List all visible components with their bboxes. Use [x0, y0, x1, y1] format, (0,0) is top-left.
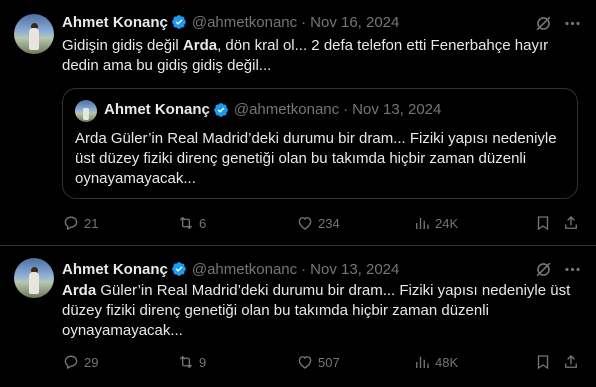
separator-dot: ·: [301, 260, 307, 278]
author-handle[interactable]: @ahmetkonanc: [192, 261, 297, 278]
bookmark-button[interactable]: [534, 353, 552, 371]
quoted-author-name: Ahmet Konanç: [104, 101, 210, 118]
reply-icon: [64, 216, 78, 231]
more-icon[interactable]: [563, 14, 582, 33]
repost-button[interactable]: 6: [177, 214, 206, 232]
share-icon: [565, 355, 577, 368]
tweet-date[interactable]: Nov 16, 2024: [310, 14, 399, 31]
views-icon: [416, 356, 429, 368]
repost-icon: [179, 355, 193, 369]
more-icon[interactable]: [563, 260, 582, 279]
repost-count: 9: [199, 354, 207, 370]
repost-icon: [179, 216, 193, 230]
views-count: 48K: [435, 354, 459, 370]
separator-dot: ·: [343, 101, 349, 118]
share-icon: [565, 216, 577, 229]
share-button[interactable]: [562, 214, 580, 232]
tweet[interactable]: Ahmet Konanç @ahmetkonanc · Nov 13, 2024…: [0, 246, 596, 387]
reply-icon: [64, 355, 78, 370]
tweet-text: Gidişin gidiş değil Arda, dön kral ol...…: [62, 37, 549, 74]
quoted-tweet[interactable]: Ahmet Konanç @ahmetkonanc · Nov 13, 2024…: [62, 88, 578, 199]
mention-bold: Arda: [182, 37, 218, 54]
like-count: 507: [318, 354, 340, 370]
bookmark-icon: [537, 216, 549, 231]
grok-icon[interactable]: [534, 14, 553, 33]
reply-button[interactable]: 29: [62, 353, 98, 371]
views-button[interactable]: 48K: [413, 353, 458, 371]
mention-bold: Arda: [62, 282, 97, 299]
tweet-header: Ahmet Konanç @ahmetkonanc · Nov 16, 2024: [62, 12, 399, 32]
reply-button[interactable]: 21: [62, 214, 98, 232]
author-handle[interactable]: @ahmetkonanc: [192, 14, 297, 31]
tweet-top-actions: [534, 14, 582, 33]
tweet-date[interactable]: Nov 13, 2024: [310, 261, 399, 278]
quoted-header: Ahmet Konanç @ahmetkonanc · Nov 13, 2024: [104, 101, 441, 118]
action-bar: 29 9 507 48K: [62, 353, 582, 373]
quoted-author-handle: @ahmetkonanc: [233, 101, 340, 118]
reply-count: 29: [84, 354, 99, 370]
grok-icon[interactable]: [534, 260, 553, 279]
like-icon: [298, 217, 312, 230]
action-bar: 21 6 234 24K: [62, 214, 582, 234]
quoted-avatar: [75, 100, 97, 122]
reply-count: 21: [84, 215, 99, 231]
like-icon: [298, 356, 312, 369]
author-name[interactable]: Ahmet Konanç: [62, 14, 168, 31]
quoted-date: Nov 13, 2024: [352, 101, 442, 118]
tweet-top-actions: [534, 260, 582, 279]
like-count: 234: [318, 215, 340, 231]
share-button[interactable]: [562, 353, 580, 371]
avatar[interactable]: [14, 14, 54, 54]
tweet-header: Ahmet Konanç @ahmetkonanc · Nov 13, 2024: [62, 259, 399, 279]
bookmark-button[interactable]: [534, 214, 552, 232]
bookmark-icon: [537, 355, 549, 370]
views-button[interactable]: 24K: [413, 214, 458, 232]
repost-count: 6: [199, 215, 207, 231]
views-icon: [416, 217, 429, 229]
tweet[interactable]: Ahmet Konanç @ahmetkonanc · Nov 16, 2024…: [0, 0, 596, 246]
like-button[interactable]: 507: [296, 353, 340, 371]
verified-badge-icon: [214, 102, 228, 117]
verified-badge-icon: [172, 15, 186, 29]
avatar[interactable]: [14, 258, 54, 298]
views-count: 24K: [435, 215, 459, 231]
verified-badge-icon: [172, 262, 186, 276]
author-name[interactable]: Ahmet Konanç: [62, 261, 168, 278]
separator-dot: ·: [301, 13, 307, 31]
repost-button[interactable]: 9: [177, 353, 206, 371]
like-button[interactable]: 234: [296, 214, 340, 232]
quoted-text: Arda Güler’in Real Madrid’deki durumu bi…: [75, 130, 557, 187]
tweet-text: Arda Güler’in Real Madrid’deki durumu bi…: [62, 282, 571, 339]
